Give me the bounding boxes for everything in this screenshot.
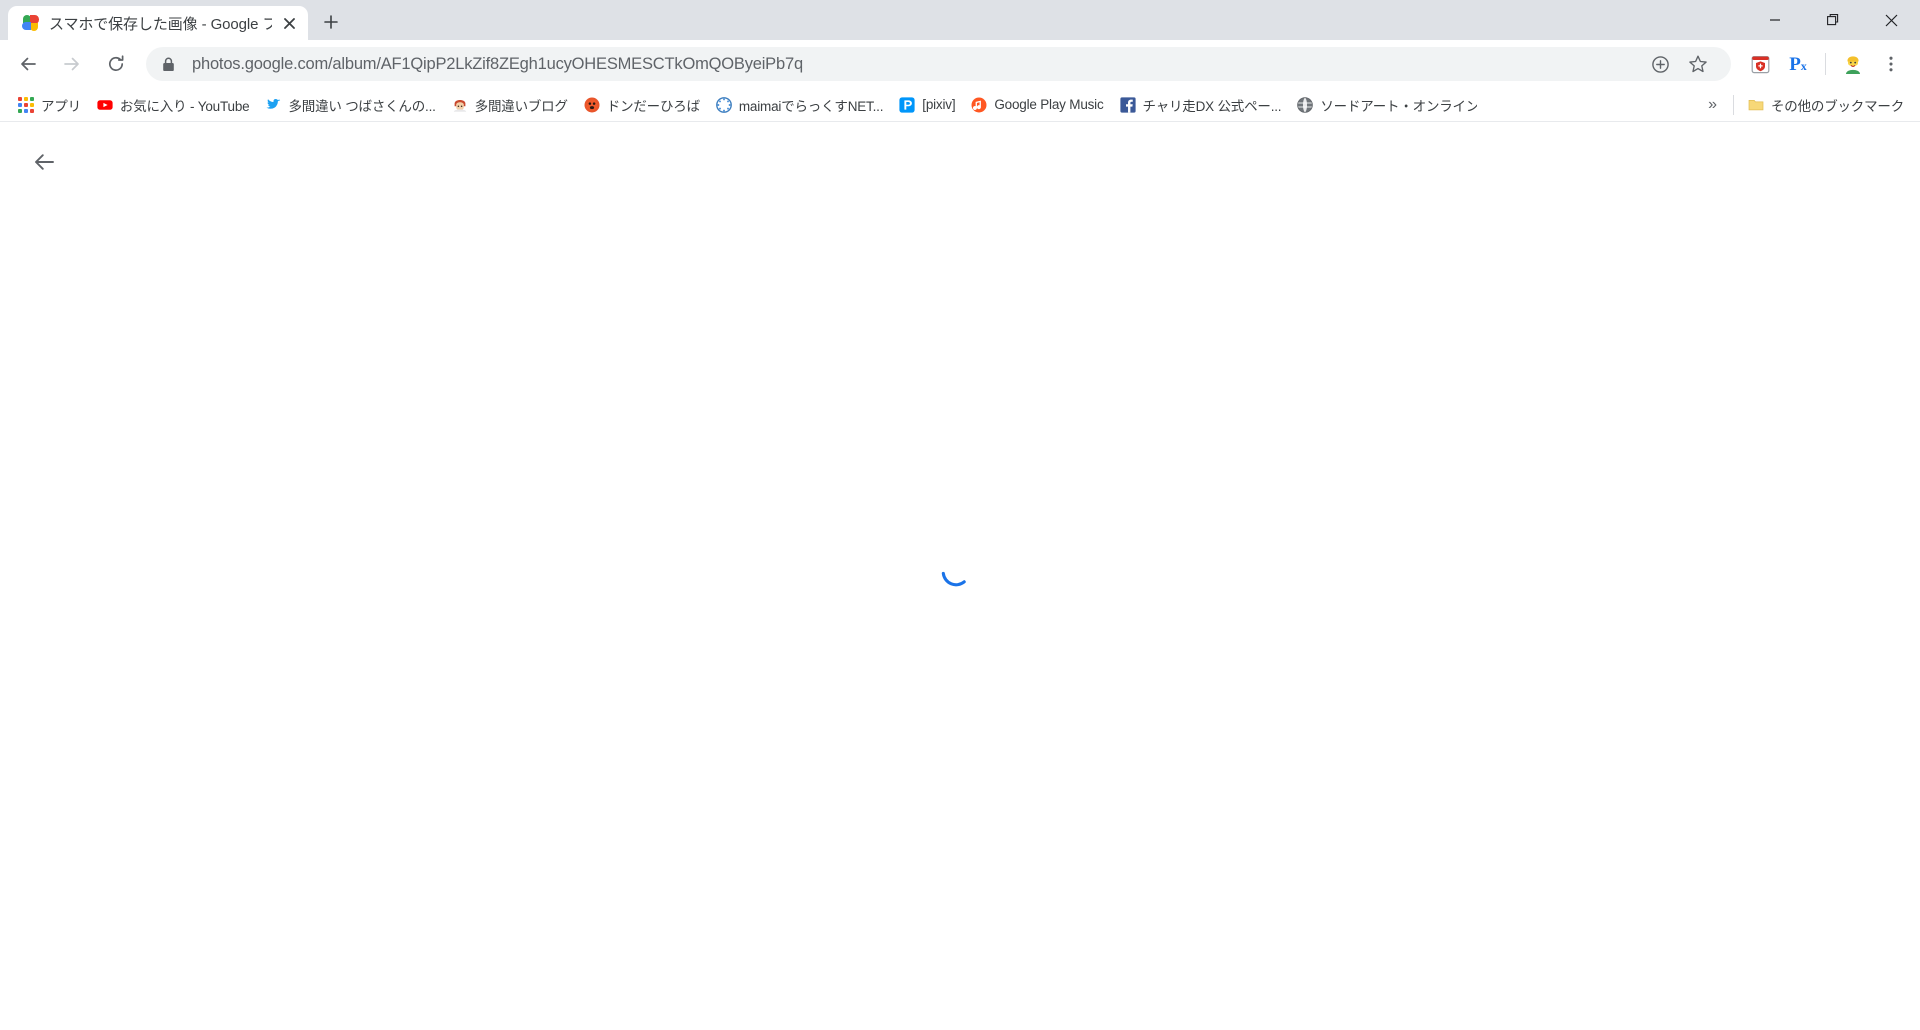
bookmark-label: [pixiv] — [922, 97, 956, 112]
back-button[interactable] — [10, 46, 46, 82]
tab-strip: スマホで保存した画像 - Google フォ — [0, 0, 346, 40]
page-back-button[interactable] — [24, 142, 64, 182]
bookmark-label: 多間違いブログ — [474, 98, 568, 114]
bookmark-label: ドンだーひろば — [606, 98, 700, 114]
profile-avatar[interactable] — [1837, 48, 1869, 80]
pixiv-icon — [899, 96, 915, 113]
bookmark-item-pixiv[interactable]: [pixiv] — [891, 92, 963, 118]
tab-title: スマホで保存した画像 - Google フォ — [49, 15, 272, 33]
bookmark-item-maimai[interactable]: maimaiでらっくすNET... — [708, 92, 891, 118]
loading-spinner — [940, 556, 980, 596]
blog-avatar-icon — [452, 97, 468, 113]
taiko-icon — [584, 97, 600, 113]
lock-icon[interactable] — [162, 57, 178, 72]
new-tab-button[interactable] — [316, 7, 346, 37]
browser-toolbar: photos.google.com/album/AF1QipP2LkZif8ZE… — [0, 40, 1920, 88]
bookmark-label: お気に入り - YouTube — [119, 98, 250, 114]
forward-button — [54, 46, 90, 82]
bookmark-item-sao[interactable]: ソードアート・オンライン... — [1289, 92, 1485, 118]
close-button[interactable] — [1862, 0, 1920, 40]
folder-icon — [1748, 97, 1764, 113]
bookmark-label: 多間違い つばさくんの... — [288, 98, 436, 114]
url-text: photos.google.com/album/AF1QipP2LkZif8ZE… — [192, 54, 803, 73]
reload-button[interactable] — [98, 46, 134, 82]
google-photos-icon — [22, 14, 39, 32]
bookmark-label: ソードアート・オンライン... — [1320, 98, 1478, 114]
bookmark-item-play-music[interactable]: Google Play Music — [963, 92, 1111, 118]
maimai-icon — [715, 96, 732, 113]
bookmarks-overflow-button[interactable]: » — [1698, 96, 1727, 114]
close-icon[interactable] — [278, 12, 300, 34]
restore-button[interactable] — [1804, 0, 1862, 40]
bookmark-label: Google Play Music — [994, 97, 1104, 112]
bookmark-item-taiko[interactable]: ドンだーひろば — [576, 92, 708, 118]
twitter-icon — [265, 97, 281, 113]
install-app-icon[interactable] — [1644, 48, 1676, 80]
bookmarks-bar: アプリ お気に入り - YouTube 多間違い つばさくんの... 多間違いブ… — [0, 88, 1920, 122]
bookmark-label: チャリ走DX 公式ペー... — [1142, 98, 1282, 114]
play-music-icon — [971, 97, 987, 113]
toolbar-divider — [1825, 53, 1826, 75]
bookmark-label: アプリ — [41, 98, 81, 114]
facebook-icon — [1119, 96, 1136, 113]
title-bar: スマホで保存した画像 - Google フォ — [0, 0, 1920, 40]
bookmark-star-icon[interactable] — [1682, 48, 1714, 80]
other-bookmarks-label: その他のブックマーク — [1771, 98, 1904, 114]
youtube-icon — [97, 97, 113, 113]
shield-extension-icon[interactable] — [1744, 48, 1776, 80]
bookmark-item-facebook[interactable]: チャリ走DX 公式ペー... — [1112, 92, 1290, 118]
tab-google-photos[interactable]: スマホで保存した画像 - Google フォ — [8, 6, 308, 40]
address-bar[interactable]: photos.google.com/album/AF1QipP2LkZif8ZE… — [146, 47, 1731, 81]
page-content-google-photos-album — [0, 122, 1920, 1030]
px-extension-icon[interactable]: Px — [1782, 48, 1814, 80]
chrome-browser-window: スマホで保存した画像 - Google フォ photos.google.com… — [0, 0, 1920, 1030]
bookmark-item-blog[interactable]: 多間違いブログ — [444, 92, 576, 118]
minimize-button[interactable] — [1746, 0, 1804, 40]
bookmark-label: maimaiでらっくすNET... — [738, 98, 884, 114]
other-bookmarks-button[interactable]: その他のブックマーク — [1740, 92, 1912, 118]
bookmark-item-twitter[interactable]: 多間違い つばさくんの... — [257, 92, 443, 118]
globe-icon — [1297, 96, 1314, 113]
bookmark-item-youtube[interactable]: お気に入り - YouTube — [89, 92, 258, 118]
chrome-menu-icon[interactable] — [1875, 48, 1907, 80]
bookmark-item-apps[interactable]: アプリ — [10, 92, 89, 118]
apps-grid-icon — [18, 96, 34, 113]
bookmarks-divider — [1733, 94, 1734, 115]
window-controls — [1746, 0, 1920, 40]
